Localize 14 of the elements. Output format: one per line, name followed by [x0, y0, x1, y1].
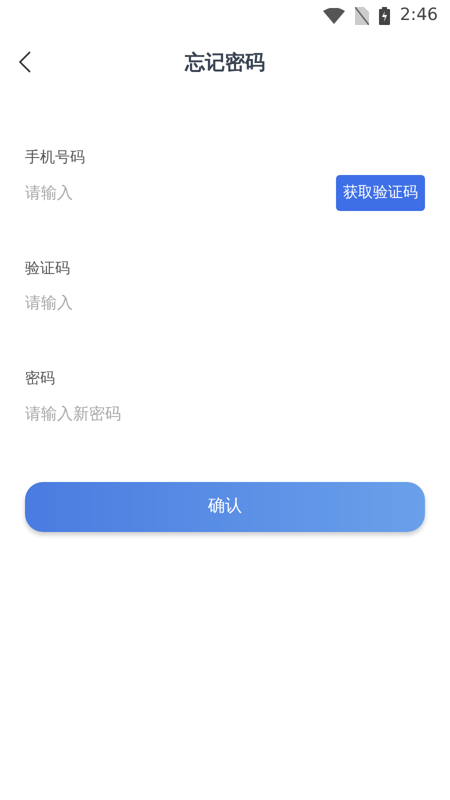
battery-charging-icon	[378, 7, 390, 25]
page-title: 忘记密码	[185, 49, 265, 76]
field-label: 密码	[25, 368, 56, 389]
field-label: 验证码	[25, 258, 71, 278]
back-icon	[19, 51, 31, 73]
no-sim-icon	[354, 7, 369, 25]
wifi-icon	[322, 8, 345, 24]
confirm-button[interactable]: 确认	[25, 482, 425, 532]
field-label: 手机号码	[25, 147, 86, 168]
get-code-button[interactable]: 获取验证码	[336, 174, 425, 210]
input-field[interactable]: 请输入	[25, 291, 425, 315]
input-field[interactable]: 请输入	[25, 180, 336, 204]
status-time: 2:46	[400, 4, 438, 28]
input-field[interactable]: 请输入新密码	[25, 402, 425, 426]
